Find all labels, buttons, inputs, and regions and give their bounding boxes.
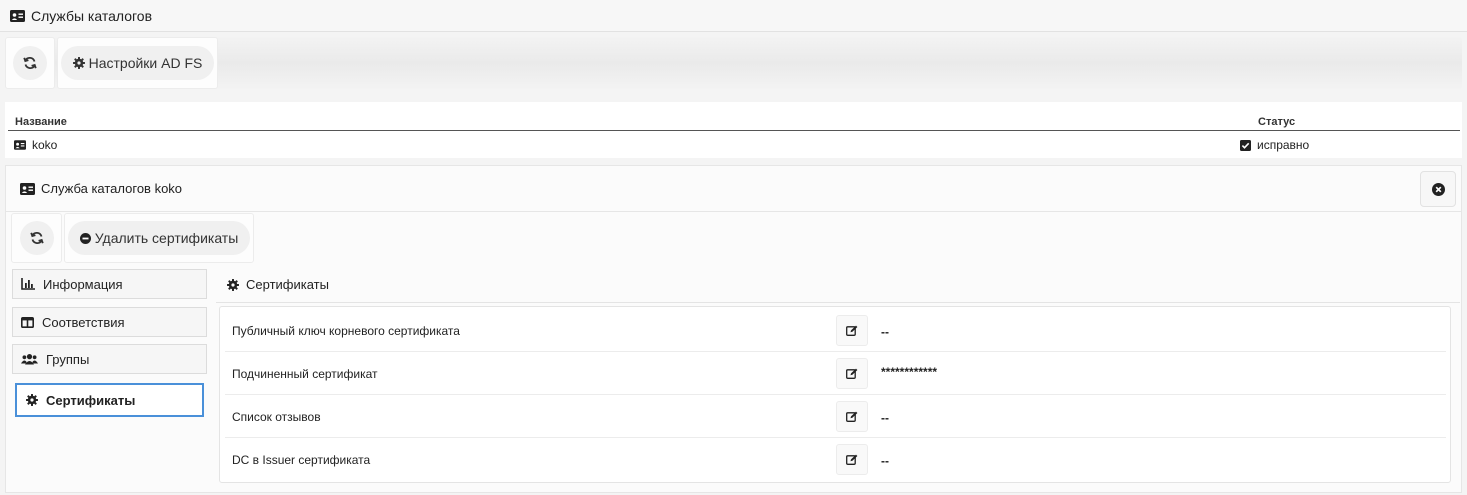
cert-label: Публичный ключ корневого сертификата bbox=[232, 324, 460, 338]
table-row[interactable]: koko исправно bbox=[8, 132, 1460, 156]
nav-item-groups[interactable]: Группы bbox=[12, 344, 207, 374]
detail-panel: Служба каталогов koko Удалить сертификат… bbox=[5, 165, 1462, 493]
id-card-icon bbox=[20, 182, 35, 195]
refresh-icon bbox=[23, 56, 37, 70]
nav-item-groups-label: Группы bbox=[46, 351, 90, 367]
row-name: koko bbox=[32, 138, 58, 152]
list-header: Название Статус bbox=[8, 108, 1460, 131]
edit-icon bbox=[846, 454, 858, 465]
edit-button[interactable] bbox=[836, 401, 868, 432]
id-card-icon bbox=[14, 140, 26, 150]
users-icon bbox=[21, 353, 38, 365]
nav-item-info[interactable]: Информация bbox=[12, 269, 207, 299]
main-toolbar: Настройки AD FS bbox=[5, 37, 1462, 89]
close-icon bbox=[1431, 182, 1445, 196]
nav-item-mappings-label: Соответствия bbox=[42, 314, 125, 330]
edit-icon bbox=[846, 325, 858, 336]
minus-circle-icon bbox=[79, 232, 91, 244]
list-item: Подчиненный сертификат ************ bbox=[225, 352, 1446, 395]
edit-button[interactable] bbox=[836, 444, 868, 475]
delete-certs-cell: Удалить сертификаты bbox=[64, 213, 254, 263]
cert-label: Подчиненный сертификат bbox=[232, 367, 378, 381]
column-name-header[interactable]: Название bbox=[15, 116, 67, 128]
cert-value: -- bbox=[881, 454, 889, 468]
detail-title: Служба каталогов koko bbox=[41, 181, 183, 196]
refresh-button[interactable] bbox=[13, 46, 47, 80]
list-item: Публичный ключ корневого сертификата -- bbox=[225, 309, 1446, 352]
nav-item-certificates[interactable]: Сертификаты bbox=[15, 383, 204, 417]
certificates-list: Публичный ключ корневого сертификата -- … bbox=[219, 306, 1451, 483]
nav-item-certificates-label: Сертификаты bbox=[46, 392, 136, 408]
refresh-icon bbox=[29, 231, 44, 245]
adfs-cell: Настройки AD FS bbox=[57, 37, 218, 89]
edit-button[interactable] bbox=[836, 358, 868, 389]
close-button[interactable] bbox=[1420, 171, 1456, 207]
adfs-settings-button[interactable]: Настройки AD FS bbox=[60, 46, 215, 80]
list-item: DC в Issuer сертификата -- bbox=[225, 438, 1446, 481]
directory-list: Название Статус koko исправно bbox=[5, 102, 1462, 158]
chart-icon bbox=[21, 278, 35, 290]
nav-item-info-label: Информация bbox=[43, 276, 123, 292]
edit-icon bbox=[846, 411, 858, 422]
certificates-section-header: Сертификаты bbox=[216, 267, 1460, 303]
detail-title-wrap: Служба каталогов koko bbox=[20, 181, 182, 196]
row-status-cell: исправно bbox=[1240, 138, 1309, 152]
cert-value: ************ bbox=[881, 365, 938, 379]
list-item: Список отзывов -- bbox=[225, 395, 1446, 438]
column-status-header[interactable]: Статус bbox=[1258, 116, 1295, 128]
gear-icon bbox=[72, 57, 85, 69]
cert-value: -- bbox=[881, 411, 889, 425]
detail-refresh-cell bbox=[11, 213, 62, 263]
refresh-cell bbox=[5, 37, 55, 89]
detail-refresh-button[interactable] bbox=[19, 221, 54, 255]
id-card-icon bbox=[10, 9, 25, 22]
gear-icon bbox=[227, 278, 239, 291]
cert-value: -- bbox=[881, 325, 889, 339]
gear-icon bbox=[26, 394, 38, 406]
certificates-section-title: Сертификаты bbox=[246, 277, 329, 292]
delete-certificates-button[interactable]: Удалить сертификаты bbox=[67, 221, 251, 255]
adfs-settings-label: Настройки AD FS bbox=[88, 55, 203, 71]
detail-header: Служба каталогов koko bbox=[6, 166, 1461, 212]
check-square-icon bbox=[1240, 139, 1251, 151]
page-title: Службы каталогов bbox=[31, 7, 153, 24]
row-name-cell: koko bbox=[14, 138, 57, 152]
row-status: исправно bbox=[1257, 138, 1310, 152]
app-titlebar: Службы каталогов bbox=[0, 0, 1467, 32]
edit-icon bbox=[846, 368, 858, 379]
delete-certificates-label: Удалить сертификаты bbox=[94, 230, 239, 246]
edit-button[interactable] bbox=[836, 315, 868, 346]
cert-label: Список отзывов bbox=[232, 410, 321, 424]
nav-item-mappings[interactable]: Соответствия bbox=[12, 307, 207, 337]
columns-icon bbox=[21, 316, 34, 328]
cert-label: DC в Issuer сертификата bbox=[232, 453, 371, 467]
